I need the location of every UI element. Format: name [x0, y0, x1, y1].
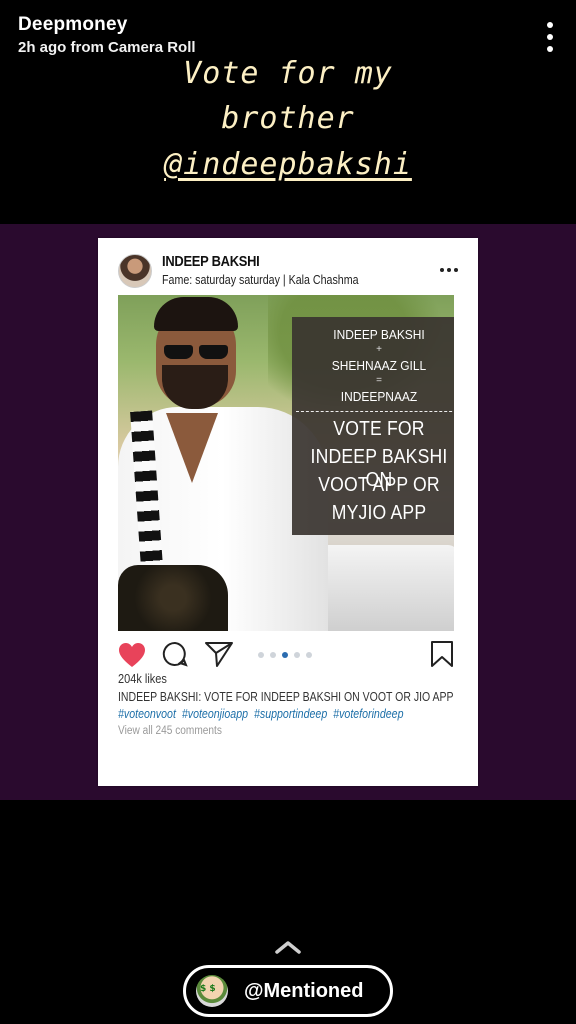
overlay-equals: =: [376, 375, 382, 386]
post-author-subtitle: Fame: saturday saturday | Kala Chashma: [162, 272, 359, 287]
post-caption: INDEEP BAKSHI: VOTE FOR INDEEP BAKSHI ON…: [118, 690, 454, 704]
caption-mention[interactable]: @indeepbakshi: [164, 147, 412, 182]
carousel-dot-active: [282, 652, 288, 658]
overlay-line-3: INDEEPNAAZ: [340, 389, 418, 404]
overlay-vote-4: MYJIO APP: [331, 502, 427, 524]
story-header: Deepmoney 2h ago from Camera Roll Vote f…: [0, 0, 576, 224]
overlay-divider: [296, 411, 454, 412]
carousel-dot: [306, 652, 312, 658]
bitmoji-avatar-icon: [196, 975, 228, 1007]
overlay-line-2: SHEHNAAZ GILL: [331, 358, 427, 373]
story-subtitle: 2h ago from Camera Roll: [18, 39, 196, 56]
mentioned-label: @Mentioned: [244, 979, 364, 1002]
vote-overlay-box: INDEEP BAKSHI + SHEHNAAZ GILL = INDEEPNA…: [292, 317, 454, 535]
mentioned-button[interactable]: @Mentioned: [183, 965, 393, 1017]
caption-line-2: brother: [221, 101, 355, 136]
person-beard: [162, 365, 228, 409]
hashtag: #voteforindeep: [333, 707, 404, 721]
likes-count: 204k likes: [118, 672, 167, 686]
overlay-vote-1: VOTE FOR: [333, 418, 425, 440]
sunglasses: [164, 345, 228, 359]
overlay-line-1: INDEEP BAKSHI: [333, 327, 425, 342]
handbag: [118, 565, 228, 631]
carousel-dot: [270, 652, 276, 658]
comment-icon: [162, 641, 188, 667]
heart-icon: [119, 643, 145, 667]
carousel-indicator: [258, 652, 312, 658]
send-icon: [205, 642, 233, 667]
hashtags: #voteonvoot #voteonjioapp #supportindeep…: [118, 707, 403, 721]
carousel-dot: [258, 652, 264, 658]
post-photo: INDEEP BAKSHI + SHEHNAAZ GILL = INDEEPNA…: [118, 295, 454, 631]
person-hair: [154, 297, 238, 331]
overlay-plus: +: [376, 344, 382, 355]
hashtag: #voteonjioapp: [181, 707, 249, 721]
hashtag: #voteonvoot: [118, 707, 176, 721]
chevron-up-icon[interactable]: [274, 940, 302, 954]
hashtag: #supportindeep: [253, 707, 328, 721]
post-avatar: [118, 254, 152, 288]
caption-line-3: @indeepbakshi: [0, 147, 576, 182]
bookmark-icon: [431, 641, 453, 667]
overlay-vote-3: VOOT APP OR: [318, 474, 440, 496]
view-comments-link: View all 245 comments: [118, 725, 222, 737]
story-username[interactable]: Deepmoney: [18, 14, 128, 36]
caption-line-1: Vote for my: [183, 56, 393, 91]
instagram-post-card: INDEEP BAKSHI Fame: saturday saturday | …: [98, 238, 478, 786]
carousel-dot: [294, 652, 300, 658]
more-vertical-icon[interactable]: [540, 22, 560, 52]
post-author-name: INDEEP BAKSHI: [162, 253, 260, 270]
post-more-icon: [440, 268, 458, 272]
